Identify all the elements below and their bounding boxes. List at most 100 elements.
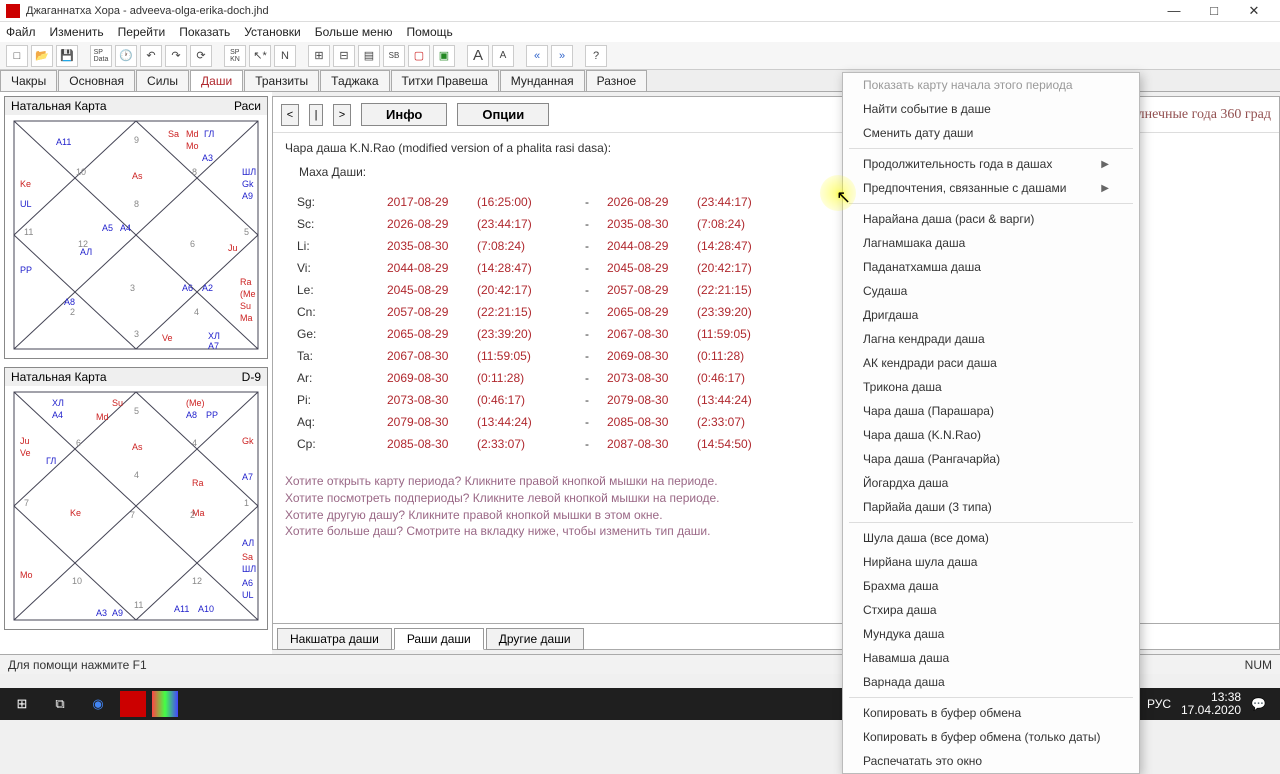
- tool-font-big-icon[interactable]: A: [467, 45, 489, 67]
- ctx-item[interactable]: Продолжительность года в дашах▶: [843, 152, 1139, 176]
- tool-prev-icon[interactable]: «: [526, 45, 548, 67]
- close-button[interactable]: ✕: [1234, 1, 1274, 21]
- ctx-item[interactable]: Стхира даша: [843, 598, 1139, 622]
- tray-notif-icon[interactable]: 💬: [1251, 697, 1266, 711]
- ctx-item[interactable]: Судаша: [843, 279, 1139, 303]
- svg-text:A3: A3: [202, 153, 213, 163]
- ctx-item[interactable]: Нирйана шула даша: [843, 550, 1139, 574]
- jhora-icon[interactable]: [120, 691, 146, 717]
- maximize-button[interactable]: □: [1194, 1, 1234, 21]
- svg-text:Sa: Sa: [242, 552, 253, 562]
- chrome-icon[interactable]: ◉: [82, 690, 114, 718]
- menu-Перейти[interactable]: Перейти: [118, 25, 166, 39]
- ctx-item[interactable]: Копировать в буфер обмена (только даты): [843, 725, 1139, 749]
- tab-Силы[interactable]: Силы: [136, 70, 189, 91]
- svg-text:Mo: Mo: [20, 570, 33, 580]
- svg-text:A7: A7: [208, 341, 219, 351]
- ctx-item[interactable]: Предпочтения, связанные с дашами▶: [843, 176, 1139, 200]
- tray-clock[interactable]: 13:3817.04.2020: [1181, 691, 1241, 717]
- tool-grid1-icon[interactable]: ⊞: [308, 45, 330, 67]
- tool-now-icon[interactable]: 🕐: [115, 45, 137, 67]
- svg-text:A8: A8: [64, 297, 75, 307]
- tool-open-icon[interactable]: 📂: [31, 45, 53, 67]
- tool-box2-icon[interactable]: ▣: [433, 45, 455, 67]
- ctx-item[interactable]: Шула даша (все дома): [843, 526, 1139, 550]
- btab-2[interactable]: Другие даши: [486, 628, 584, 650]
- start-button[interactable]: ⊞: [6, 690, 38, 718]
- svg-text:ГЛ: ГЛ: [46, 456, 56, 466]
- tab-Мунданная[interactable]: Мунданная: [500, 70, 585, 91]
- ctx-item[interactable]: Трикона даша: [843, 375, 1139, 399]
- minimize-button[interactable]: —: [1154, 1, 1194, 21]
- tool-box1-icon[interactable]: ▢: [408, 45, 430, 67]
- ctx-item[interactable]: Сменить дату даши: [843, 121, 1139, 145]
- chart-rasi[interactable]: Натальная КартаРаси AsАЛ PPKeUL A11SaMdГ…: [4, 96, 268, 359]
- tab-Основная[interactable]: Основная: [58, 70, 135, 91]
- tool-save-icon[interactable]: 💾: [56, 45, 78, 67]
- ctx-item[interactable]: Распечатать это окно: [843, 749, 1139, 773]
- ctx-item[interactable]: Чара даша (Рангачарйа): [843, 447, 1139, 471]
- tab-Даши[interactable]: Даши: [190, 70, 243, 91]
- ctx-item[interactable]: АК кендради раси даша: [843, 351, 1139, 375]
- menu-Больше меню[interactable]: Больше меню: [315, 25, 393, 39]
- ctx-item[interactable]: Лагна кендради даша: [843, 327, 1139, 351]
- tray-lang[interactable]: РУС: [1147, 697, 1171, 711]
- tool-layout-icon[interactable]: ▤: [358, 45, 380, 67]
- tab-Титхи Правеша[interactable]: Титхи Правеша: [391, 70, 499, 91]
- tool-grid2-icon[interactable]: ⊟: [333, 45, 355, 67]
- btab-1[interactable]: Раши даши: [394, 628, 484, 650]
- tab-Таджака[interactable]: Таджака: [320, 70, 389, 91]
- app3-icon[interactable]: [152, 691, 178, 717]
- menu-Установки[interactable]: Установки: [244, 25, 300, 39]
- svg-text:PP: PP: [20, 265, 32, 275]
- btab-0[interactable]: Накшатра даши: [277, 628, 392, 650]
- ctx-item[interactable]: Мундука даша: [843, 622, 1139, 646]
- info-button[interactable]: Инфо: [361, 103, 447, 126]
- tab-Транзиты[interactable]: Транзиты: [244, 70, 319, 91]
- tool-help-icon[interactable]: ?: [585, 45, 607, 67]
- ctx-item[interactable]: Нарайана даша (раси & варги): [843, 207, 1139, 231]
- ctx-item[interactable]: Дригдаша: [843, 303, 1139, 327]
- tool-sb-icon[interactable]: SB: [383, 45, 405, 67]
- ctx-item[interactable]: Йогардха даша: [843, 471, 1139, 495]
- ctx-item[interactable]: Найти событие в даше: [843, 97, 1139, 121]
- svg-text:Ve: Ve: [20, 448, 31, 458]
- ctx-item[interactable]: Брахма даша: [843, 574, 1139, 598]
- svg-text:Ve: Ve: [162, 333, 173, 343]
- svg-text:Ra: Ra: [240, 277, 252, 287]
- tab-Разное[interactable]: Разное: [586, 70, 648, 91]
- svg-text:6: 6: [190, 239, 195, 249]
- ctx-item[interactable]: Чара даша (K.N.Rao): [843, 423, 1139, 447]
- tool-undo-icon[interactable]: ↶: [140, 45, 162, 67]
- chart-d9[interactable]: Натальная КартаD-9 As ХЛSu(Me) A4MdA8PP …: [4, 367, 268, 630]
- ctx-item[interactable]: Копировать в буфер обмена: [843, 701, 1139, 725]
- menu-Изменить[interactable]: Изменить: [50, 25, 104, 39]
- ctx-item[interactable]: Лагнамшака даша: [843, 231, 1139, 255]
- ctx-item[interactable]: Парйайа даши (3 типа): [843, 495, 1139, 519]
- menu-Файл[interactable]: Файл: [6, 25, 36, 39]
- nav-next[interactable]: >: [333, 104, 351, 126]
- menu-Показать[interactable]: Показать: [179, 25, 230, 39]
- tool-new-icon[interactable]: □: [6, 45, 28, 67]
- ctx-item[interactable]: Паданатхамша даша: [843, 255, 1139, 279]
- tab-Чакры[interactable]: Чакры: [0, 70, 57, 91]
- svg-text:Gk: Gk: [242, 436, 254, 446]
- tool-select-icon[interactable]: ↖*: [249, 45, 271, 67]
- tool-spkn-icon[interactable]: SPKN: [224, 45, 246, 67]
- tool-font-small-icon[interactable]: A: [492, 45, 514, 67]
- ctx-item[interactable]: Навамша даша: [843, 646, 1139, 670]
- menu-Помощь[interactable]: Помощь: [406, 25, 452, 39]
- nav-prev[interactable]: <: [281, 104, 299, 126]
- tool-north-icon[interactable]: N: [274, 45, 296, 67]
- tool-spdata-icon[interactable]: SPData: [90, 45, 112, 67]
- cursor-icon: [836, 187, 851, 208]
- options-button[interactable]: Опции: [457, 103, 549, 126]
- tool-refresh-icon[interactable]: ⟳: [190, 45, 212, 67]
- nav-stop[interactable]: |: [309, 104, 323, 126]
- tool-next-icon[interactable]: »: [551, 45, 573, 67]
- taskview-icon[interactable]: ⧉: [44, 690, 76, 718]
- tool-redo-icon[interactable]: ↷: [165, 45, 187, 67]
- ctx-item[interactable]: Чара даша (Парашара): [843, 399, 1139, 423]
- ctx-item[interactable]: Варнада даша: [843, 670, 1139, 694]
- svg-text:A5: A5: [102, 223, 113, 233]
